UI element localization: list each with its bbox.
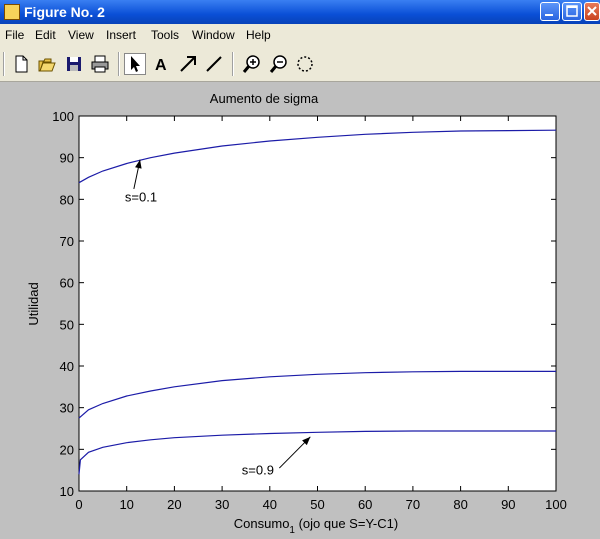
close-button[interactable] xyxy=(584,2,600,21)
annotation-label: s=0.9 xyxy=(242,462,274,477)
text-a-icon: A xyxy=(155,57,167,74)
select-arrow-button[interactable] xyxy=(124,53,146,75)
diagonal-arrow-icon xyxy=(180,56,196,72)
maximize-button[interactable] xyxy=(562,2,582,21)
x-tick-label: 50 xyxy=(310,497,324,512)
x-axis-label-main: Consumo xyxy=(234,516,290,531)
pointer-arrow-icon xyxy=(131,56,140,72)
title-bar: Figure No. 2 xyxy=(0,0,600,24)
toolbar-grip xyxy=(3,52,5,76)
annotation-label: s=0.1 xyxy=(125,189,157,204)
y-tick-label: 70 xyxy=(60,234,74,249)
toolbar: A xyxy=(0,46,600,82)
menu-view[interactable]: View xyxy=(68,28,94,42)
save-button[interactable] xyxy=(63,53,85,75)
maximize-icon xyxy=(566,5,578,17)
y-tick-label: 50 xyxy=(60,317,74,332)
new-file-button[interactable] xyxy=(10,53,32,75)
y-tick-label: 30 xyxy=(60,401,74,416)
open-file-button[interactable] xyxy=(36,53,58,75)
y-tick-label: 40 xyxy=(60,359,74,374)
x-tick-label: 40 xyxy=(263,497,277,512)
window-title: Figure No. 2 xyxy=(24,4,105,20)
rotate-3d-icon xyxy=(297,56,313,72)
minimize-button[interactable] xyxy=(540,2,560,21)
toolbar-separator xyxy=(232,52,234,76)
chart-title: Aumento de sigma xyxy=(210,91,319,106)
x-axis-label: Consumo1 (ojo que S=Y-C1) xyxy=(234,516,398,536)
zoom-out-button[interactable] xyxy=(268,53,290,75)
menu-help[interactable]: Help xyxy=(246,28,271,42)
minimize-icon xyxy=(545,14,553,16)
insert-text-button[interactable]: A xyxy=(151,53,173,75)
x-tick-label: 10 xyxy=(119,497,133,512)
plot-area xyxy=(78,115,557,492)
zoom-in-icon xyxy=(242,55,260,73)
x-tick-label: 60 xyxy=(358,497,372,512)
x-tick-label: 70 xyxy=(406,497,420,512)
figure-area: Aumento de sigma 10 20 30 40 50 60 70 80 90 100 0… xyxy=(0,82,600,539)
x-tick-label: 90 xyxy=(501,497,515,512)
x-axis-label-rest: (ojo que S=Y-C1) xyxy=(295,516,398,531)
insert-line-button[interactable] xyxy=(203,53,225,75)
x-tick-label: 80 xyxy=(453,497,467,512)
diagonal-line-icon xyxy=(206,56,222,72)
toolbar-separator xyxy=(118,52,120,76)
floppy-save-icon xyxy=(67,57,81,71)
y-tick-label: 90 xyxy=(60,151,74,166)
rotate-3d-button[interactable] xyxy=(294,53,316,75)
menu-file[interactable]: File xyxy=(5,28,24,42)
matlab-app-icon xyxy=(4,4,20,20)
y-tick-label: 100 xyxy=(52,109,74,124)
insert-arrow-button[interactable] xyxy=(177,53,199,75)
open-folder-icon xyxy=(38,58,56,72)
menu-tools[interactable]: Tools xyxy=(151,28,179,42)
menu-edit[interactable]: Edit xyxy=(35,28,56,42)
x-tick-label: 0 xyxy=(75,497,82,512)
menu-window[interactable]: Window xyxy=(192,28,235,42)
new-file-icon xyxy=(15,55,28,73)
close-icon xyxy=(587,6,597,16)
print-button[interactable] xyxy=(89,53,111,75)
x-tick-label: 20 xyxy=(167,497,181,512)
zoom-out-icon xyxy=(269,55,287,73)
y-axis-label: Utilidad xyxy=(26,282,41,325)
x-tick-label: 100 xyxy=(545,497,567,512)
menu-bar: File Edit View Insert Tools Window Help xyxy=(0,24,600,46)
menu-insert[interactable]: Insert xyxy=(106,28,136,42)
text-tool-letter: A xyxy=(155,57,167,74)
y-tick-label: 10 xyxy=(60,484,74,499)
zoom-in-button[interactable] xyxy=(241,53,263,75)
x-tick-label: 30 xyxy=(215,497,229,512)
printer-icon xyxy=(91,55,109,73)
y-tick-label: 80 xyxy=(60,192,74,207)
chart: Aumento de sigma 10 20 30 40 50 60 70 80 90 100 0… xyxy=(26,91,567,536)
y-tick-label: 60 xyxy=(60,276,74,291)
y-tick-label: 20 xyxy=(60,442,74,457)
